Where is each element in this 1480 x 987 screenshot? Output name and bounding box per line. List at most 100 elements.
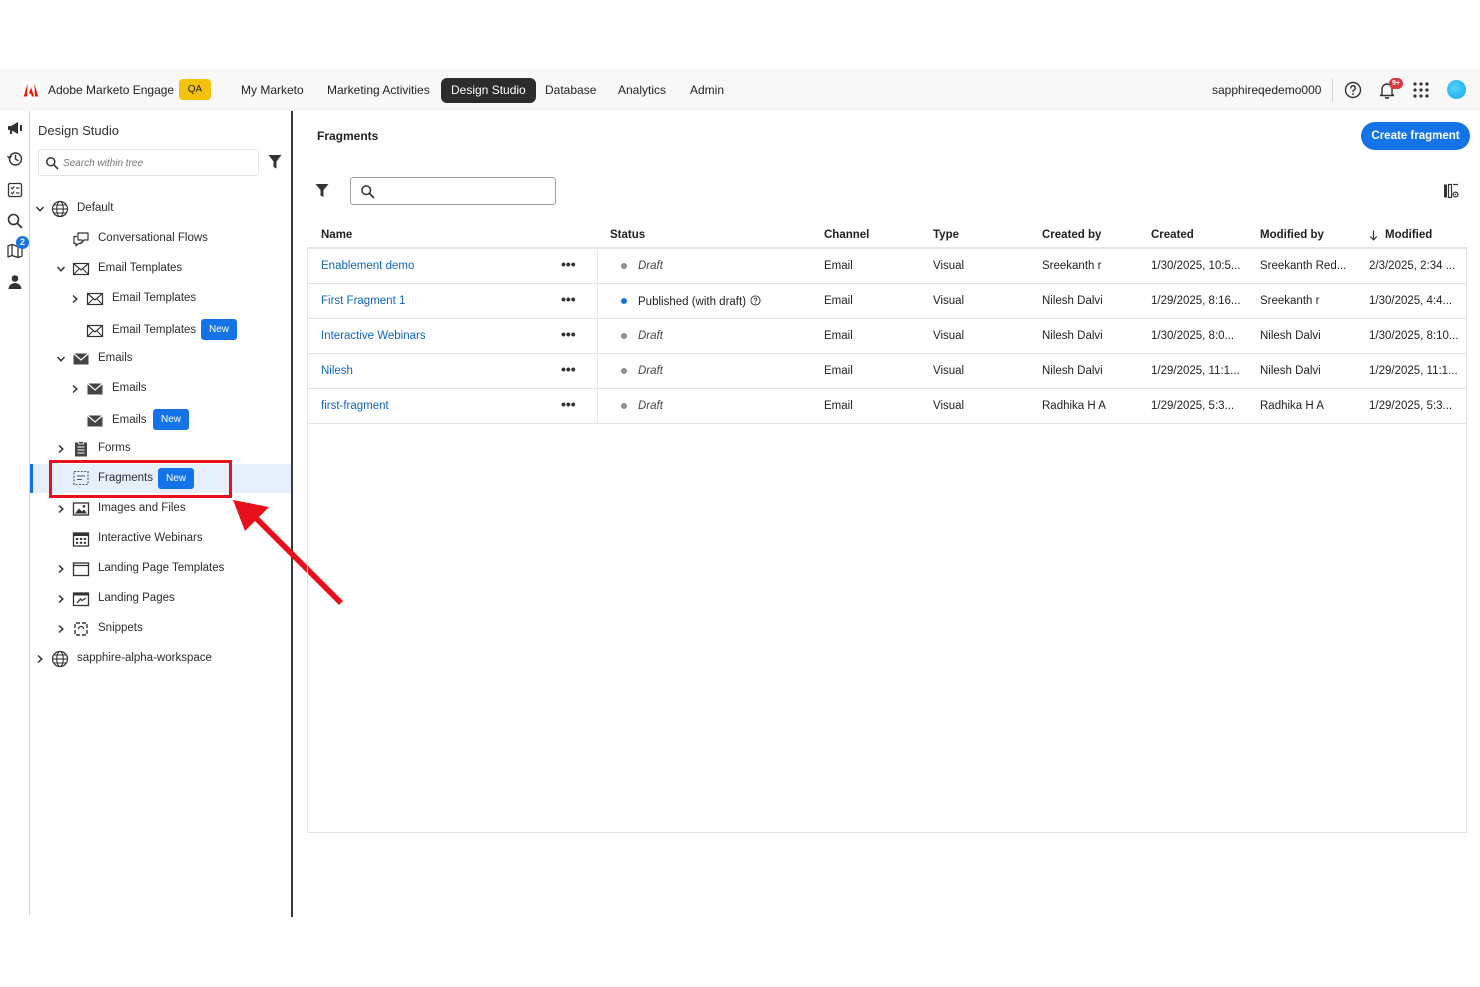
chevron-down-icon[interactable] <box>56 354 66 364</box>
rail-count-badge: 2 <box>16 236 29 249</box>
sort-descending-icon[interactable] <box>1369 230 1378 241</box>
tree-item-conversational-flows[interactable]: Conversational Flows <box>30 226 291 252</box>
tree-item-email-templates[interactable]: Email Templates <box>30 256 291 282</box>
chevron-right-icon[interactable] <box>56 444 66 454</box>
calendar-icon <box>72 532 90 547</box>
chevron-right-icon[interactable] <box>56 564 66 574</box>
type-cell: Visual <box>933 260 965 272</box>
create-fragment-button[interactable]: Create fragment <box>1361 122 1470 150</box>
fragment-search-input[interactable] <box>381 183 549 199</box>
tree-item-emails-folder[interactable]: Emails <box>30 376 291 402</box>
status-text: Draft <box>638 330 663 342</box>
form-icon <box>75 441 87 457</box>
tree-item-label: Email Templates <box>112 324 197 336</box>
user-avatar[interactable] <box>1447 80 1466 99</box>
tree-search-box[interactable] <box>38 149 259 176</box>
chevron-right-icon[interactable] <box>35 654 45 664</box>
nav-my-marketo[interactable]: My Marketo <box>231 78 314 103</box>
column-header-created-by[interactable]: Created by <box>1042 229 1101 241</box>
tree-item-email-templates-folder[interactable]: Email Templates <box>30 286 291 312</box>
tree-item-forms[interactable]: Forms <box>30 436 291 462</box>
environment-badge: QA <box>179 79 211 100</box>
column-header-status[interactable]: Status <box>610 229 645 241</box>
tree-item-default[interactable]: Default <box>30 196 291 222</box>
tree-search-input[interactable] <box>63 155 253 171</box>
app-grid-icon[interactable] <box>1411 80 1431 100</box>
modified-cell: 2/3/2025, 2:34 ... <box>1369 260 1456 272</box>
filter-icon[interactable] <box>268 154 282 170</box>
user-name[interactable]: sapphireqedemo000 <box>1212 78 1321 103</box>
globe-icon <box>51 200 69 218</box>
chevron-down-icon[interactable] <box>56 264 66 274</box>
fragment-name-link[interactable]: Enablement demo <box>321 260 541 272</box>
brand-name: Adobe Marketo Engage <box>48 83 175 97</box>
tree-item-label: Email Templates <box>112 292 197 304</box>
search-icon[interactable] <box>6 212 24 230</box>
tree-title: Design Studio <box>38 123 119 138</box>
tree-item-emails-new[interactable]: Emails New <box>30 408 291 434</box>
history-icon[interactable] <box>6 150 24 168</box>
more-actions-icon[interactable]: ••• <box>561 362 577 379</box>
nav-design-studio[interactable]: Design Studio <box>441 78 536 103</box>
megaphone-icon[interactable] <box>6 119 24 137</box>
email-icon <box>87 383 103 395</box>
tree-item-email-templates-new[interactable]: Email Templates New <box>30 318 291 344</box>
column-header-created[interactable]: Created <box>1151 229 1194 241</box>
top-nav-bar: Adobe Marketo Engage QA My Marketo Marke… <box>0 69 1480 111</box>
table-row[interactable]: First Fragment 1 ••• Published (with dra… <box>308 284 1466 319</box>
chevron-right-icon[interactable] <box>56 594 66 604</box>
filter-icon[interactable] <box>315 183 329 198</box>
modified-by-cell: Sreekanth r <box>1260 295 1320 307</box>
fragment-name-link[interactable]: first-fragment <box>321 400 541 412</box>
more-actions-icon[interactable]: ••• <box>561 292 577 309</box>
chevron-right-icon[interactable] <box>56 504 66 514</box>
created-cell: 1/29/2025, 5:3... <box>1151 400 1235 412</box>
checklist-icon[interactable] <box>6 181 24 199</box>
snippet-icon <box>74 622 88 636</box>
column-header-type[interactable]: Type <box>933 229 959 241</box>
help-icon[interactable] <box>750 295 761 306</box>
nav-database[interactable]: Database <box>535 78 606 103</box>
column-header-modified[interactable]: Modified <box>1385 229 1432 241</box>
column-header-name[interactable]: Name <box>321 229 352 241</box>
table-row[interactable]: Enablement demo ••• Draft Email Visual S… <box>308 249 1466 284</box>
column-header-modified-by[interactable]: Modified by <box>1260 229 1324 241</box>
chevron-right-icon[interactable] <box>56 624 66 634</box>
person-icon[interactable] <box>6 273 24 291</box>
fragment-name-link[interactable]: Interactive Webinars <box>321 330 541 342</box>
tree-item-label: Snippets <box>98 622 143 634</box>
help-icon[interactable] <box>1343 80 1363 100</box>
nav-marketing-activities[interactable]: Marketing Activities <box>317 78 440 103</box>
created-cell: 1/30/2025, 8:0... <box>1151 330 1235 342</box>
fragment-search-box[interactable] <box>350 177 556 205</box>
fragment-name-link[interactable]: First Fragment 1 <box>321 295 541 307</box>
channel-cell: Email <box>824 365 853 377</box>
column-settings-icon[interactable] <box>1443 183 1459 199</box>
chevron-right-icon[interactable] <box>70 294 80 304</box>
column-header-channel[interactable]: Channel <box>824 229 869 241</box>
tree-item-snippets[interactable]: Snippets <box>30 616 291 642</box>
chevron-right-icon[interactable] <box>70 384 80 394</box>
modified-by-cell: Sreekanth Red... <box>1260 260 1347 272</box>
brand[interactable]: Adobe Marketo Engage <box>22 81 174 99</box>
more-actions-icon[interactable]: ••• <box>561 257 577 274</box>
nav-admin[interactable]: Admin <box>680 78 734 103</box>
page-title: Fragments <box>317 129 379 143</box>
table-row[interactable]: first-fragment ••• Draft Email Visual Ra… <box>308 389 1466 424</box>
modified-by-cell: Nilesh Dalvi <box>1260 330 1321 342</box>
table-row[interactable]: Interactive Webinars ••• Draft Email Vis… <box>308 319 1466 354</box>
more-actions-icon[interactable]: ••• <box>561 327 577 344</box>
tree-item-sapphire-alpha-workspace[interactable]: sapphire-alpha-workspace <box>30 646 291 672</box>
table-header: Name Status Channel Type Created by Crea… <box>307 221 1467 249</box>
created-cell: 1/29/2025, 11:1... <box>1151 365 1240 377</box>
fragment-name-link[interactable]: Nilesh <box>321 365 541 377</box>
status-dot <box>621 403 627 409</box>
modified-cell: 1/30/2025, 8:10... <box>1369 330 1459 342</box>
nav-analytics[interactable]: Analytics <box>608 78 676 103</box>
table-row[interactable]: Nilesh ••• Draft Email Visual Nilesh Dal… <box>308 354 1466 389</box>
tree-item-label: Emails <box>112 414 147 426</box>
status-dot <box>621 333 627 339</box>
tree-item-emails[interactable]: Emails <box>30 346 291 372</box>
more-actions-icon[interactable]: ••• <box>561 397 577 414</box>
chevron-down-icon[interactable] <box>35 204 45 214</box>
